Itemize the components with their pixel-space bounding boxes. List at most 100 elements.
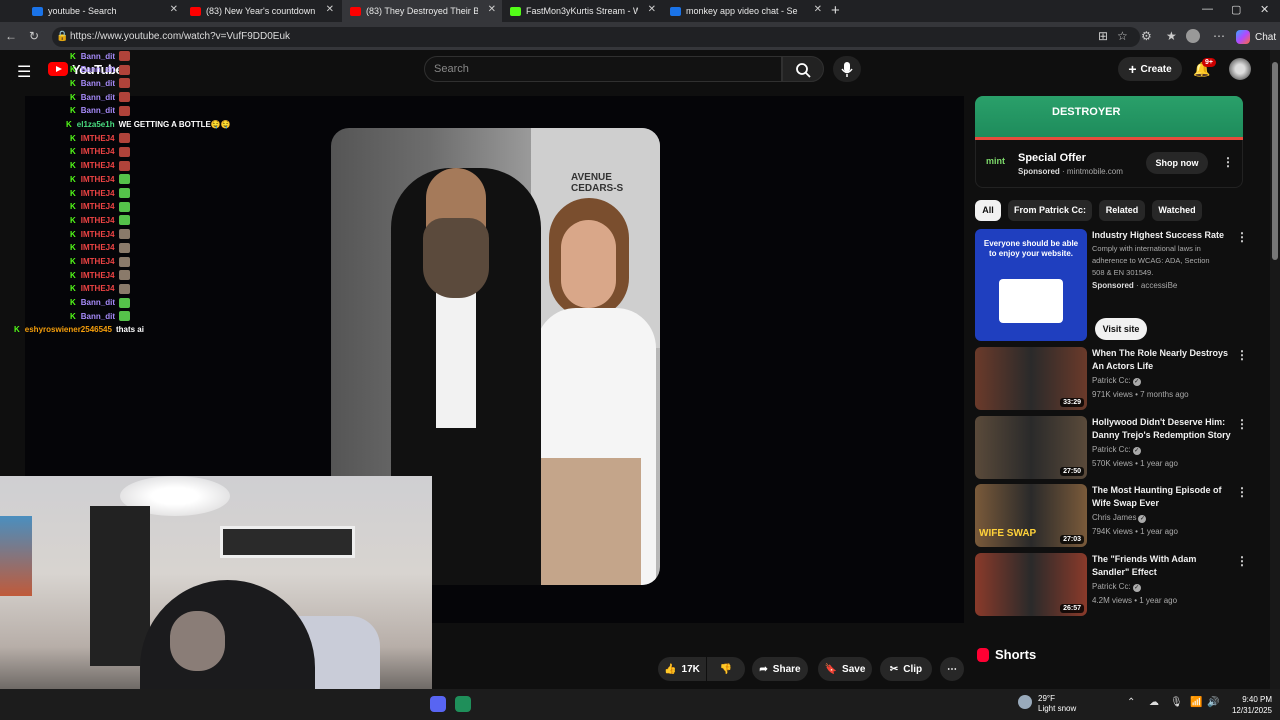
app-available-icon[interactable]: ⊞ bbox=[1098, 29, 1108, 43]
recommendation-channel[interactable]: Patrick Cc: ✓ bbox=[1092, 445, 1141, 455]
recommendation-title[interactable]: The "Friends With Adam Sandler" Effect bbox=[1092, 553, 1232, 579]
chip-all[interactable]: All bbox=[975, 200, 1001, 221]
channel-name[interactable]: Chris James bbox=[1092, 513, 1136, 522]
video-thumbnail[interactable]: WIFE SWAP 27:03 bbox=[975, 484, 1087, 547]
tab-close-icon[interactable]: ✕ bbox=[814, 4, 822, 15]
weather-icon[interactable] bbox=[1018, 695, 1032, 709]
channel-name[interactable]: Patrick Cc: bbox=[1092, 376, 1131, 385]
recommendation-item[interactable]: 33:29 When The Role Nearly Destroys An Ac… bbox=[975, 347, 1255, 411]
recommendation-title[interactable]: When The Role Nearly Destroys An Actors … bbox=[1092, 347, 1232, 373]
minimize-icon[interactable]: — bbox=[1202, 3, 1213, 15]
system-clock[interactable]: 9:40 PM 12/31/2025 bbox=[1226, 694, 1272, 716]
search-button[interactable] bbox=[782, 56, 824, 82]
chat-username[interactable]: IMTHEJ4 bbox=[81, 202, 115, 211]
voice-search-button[interactable] bbox=[833, 56, 861, 82]
mic-tray-icon[interactable]: 🎙 bbox=[1170, 697, 1183, 708]
tab-close-icon[interactable]: ✕ bbox=[170, 4, 178, 15]
share-button[interactable]: ➦ Share bbox=[752, 657, 808, 681]
channel-name[interactable]: Patrick Cc: bbox=[1092, 445, 1131, 454]
chat-username[interactable]: IMTHEJ4 bbox=[81, 161, 115, 170]
favorite-star-icon[interactable]: ☆ bbox=[1117, 29, 1128, 43]
chat-username[interactable]: IMTHEJ4 bbox=[81, 147, 115, 156]
tab-close-icon[interactable]: ✕ bbox=[326, 4, 334, 15]
video-thumbnail[interactable]: 27:50 bbox=[975, 416, 1087, 479]
recommendation-channel[interactable]: Patrick Cc: ✓ bbox=[1092, 376, 1141, 386]
create-button[interactable]: + Create bbox=[1118, 57, 1182, 81]
extensions-icon[interactable]: ⚙ bbox=[1141, 29, 1152, 43]
chip-watched[interactable]: Watched bbox=[1152, 200, 1202, 221]
browser-tab[interactable]: monkey app video chat - Search ✕ bbox=[662, 0, 828, 22]
browser-tab[interactable]: (83) They Destroyed Their Bo ✕ bbox=[342, 0, 502, 22]
favorites-icon[interactable]: ★ bbox=[1166, 29, 1177, 43]
chat-username[interactable]: IMTHEJ4 bbox=[81, 175, 115, 184]
browser-tab[interactable]: youtube - Search ✕ bbox=[24, 0, 184, 22]
chat-username[interactable]: IMTHEJ4 bbox=[81, 230, 115, 239]
chip-from-channel[interactable]: From Patrick Cc: bbox=[1008, 200, 1092, 221]
chat-username[interactable]: Bann_dit bbox=[81, 65, 115, 74]
scrollbar-thumb[interactable] bbox=[1272, 62, 1278, 260]
chip-related[interactable]: Related bbox=[1099, 200, 1145, 221]
recommendation-channel[interactable]: Chris James ✓ bbox=[1092, 513, 1147, 523]
chat-username[interactable]: IMTHEJ4 bbox=[81, 257, 115, 266]
chat-username[interactable]: IMTHEJ4 bbox=[81, 271, 115, 280]
maximize-icon[interactable]: ▢ bbox=[1231, 3, 1241, 16]
chat-username[interactable]: Bann_dit bbox=[81, 312, 115, 321]
browser-tab[interactable]: FastMon3yKurtis Stream - Watch ✕ bbox=[502, 0, 662, 22]
account-avatar[interactable] bbox=[1229, 58, 1251, 80]
close-window-icon[interactable]: ✕ bbox=[1260, 3, 1269, 16]
recommendation-menu-icon[interactable]: ⋮ bbox=[1236, 348, 1248, 362]
recommendation-title[interactable]: The Most Haunting Episode of Wife Swap E… bbox=[1092, 484, 1232, 510]
tab-close-icon[interactable]: ✕ bbox=[488, 4, 496, 15]
lock-icon[interactable]: 🔒 bbox=[56, 31, 68, 42]
recommendation-item[interactable]: 26:57 The "Friends With Adam Sandler" Eff… bbox=[975, 553, 1255, 617]
recommendation-menu-icon[interactable]: ⋮ bbox=[1236, 417, 1248, 431]
chat-username[interactable]: Bann_dit bbox=[81, 93, 115, 102]
dislike-button[interactable]: 👎 bbox=[707, 657, 745, 681]
chat-username[interactable]: IMTHEJ4 bbox=[81, 134, 115, 143]
hamburger-menu-icon[interactable]: ☰ bbox=[17, 62, 31, 82]
visit-site-button[interactable]: Visit site bbox=[1095, 318, 1147, 340]
volume-icon[interactable]: 🔊 bbox=[1207, 697, 1219, 708]
copilot-chat-button[interactable]: Chat bbox=[1236, 28, 1276, 46]
new-tab-button[interactable]: + bbox=[831, 2, 840, 19]
url-text[interactable]: https://www.youtube.com/watch?v=VufF9DD0… bbox=[70, 31, 290, 42]
recommendation-title[interactable]: Industry Highest Success Rate bbox=[1092, 229, 1232, 242]
more-icon[interactable]: ⋯ bbox=[1213, 29, 1225, 43]
channel-name[interactable]: Patrick Cc: bbox=[1092, 582, 1131, 591]
tab-close-icon[interactable]: ✕ bbox=[648, 4, 656, 15]
chat-username[interactable]: Bann_dit bbox=[81, 298, 115, 307]
video-thumbnail[interactable]: 26:57 bbox=[975, 553, 1087, 616]
chat-username[interactable]: IMTHEJ4 bbox=[81, 243, 115, 252]
chat-username[interactable]: IMTHEJ4 bbox=[81, 189, 115, 198]
wifi-icon[interactable]: 📶 bbox=[1190, 697, 1202, 708]
weather-widget[interactable]: 29°F Light snow bbox=[1038, 694, 1076, 714]
recommendation-menu-icon[interactable]: ⋮ bbox=[1236, 485, 1248, 499]
recommendation-menu-icon[interactable]: ⋮ bbox=[1236, 554, 1248, 568]
refresh-icon[interactable]: ↻ bbox=[29, 29, 39, 43]
like-button[interactable]: 👍 17K bbox=[658, 657, 706, 681]
browser-tab[interactable]: (83) New Year's countdown 2026! ✕ bbox=[182, 0, 340, 22]
taskbar-app-icon[interactable] bbox=[455, 696, 471, 712]
chat-username[interactable]: Bann_dit bbox=[81, 52, 115, 61]
chat-username[interactable]: eshyroswiener2546545 bbox=[25, 325, 112, 334]
shorts-header[interactable]: Shorts bbox=[977, 647, 1036, 662]
chat-username[interactable]: Bann_dit bbox=[81, 106, 115, 115]
recommendation-item[interactable]: 27:50 Hollywood Didn't Deserve Him: Danny… bbox=[975, 416, 1255, 480]
chat-username[interactable]: IMTHEJ4 bbox=[81, 216, 115, 225]
more-actions-button[interactable]: ⋯ bbox=[940, 657, 964, 681]
discord-app-icon[interactable] bbox=[430, 696, 446, 712]
ad-menu-icon[interactable]: ⋮ bbox=[1222, 155, 1234, 169]
sponsored-recommendation[interactable]: Everyone should be able to enjoy your we… bbox=[975, 229, 1255, 341]
chat-username[interactable]: el1za5e1h bbox=[77, 120, 115, 129]
chat-username[interactable]: IMTHEJ4 bbox=[81, 284, 115, 293]
video-thumbnail[interactable]: Everyone should be able to enjoy your we… bbox=[975, 229, 1087, 341]
youtube-logo-icon[interactable] bbox=[48, 62, 68, 76]
recommendation-menu-icon[interactable]: ⋮ bbox=[1236, 230, 1248, 244]
ad-banner[interactable] bbox=[975, 96, 1243, 140]
clip-button[interactable]: ✂ Clip bbox=[880, 657, 932, 681]
onedrive-icon[interactable]: ☁ bbox=[1149, 697, 1159, 708]
back-icon[interactable]: ← bbox=[5, 29, 17, 43]
ad-title[interactable]: Special Offer bbox=[1018, 152, 1086, 164]
video-thumbnail[interactable]: 33:29 bbox=[975, 347, 1087, 410]
recommendation-item[interactable]: WIFE SWAP 27:03 The Most Haunting Episode … bbox=[975, 484, 1255, 548]
